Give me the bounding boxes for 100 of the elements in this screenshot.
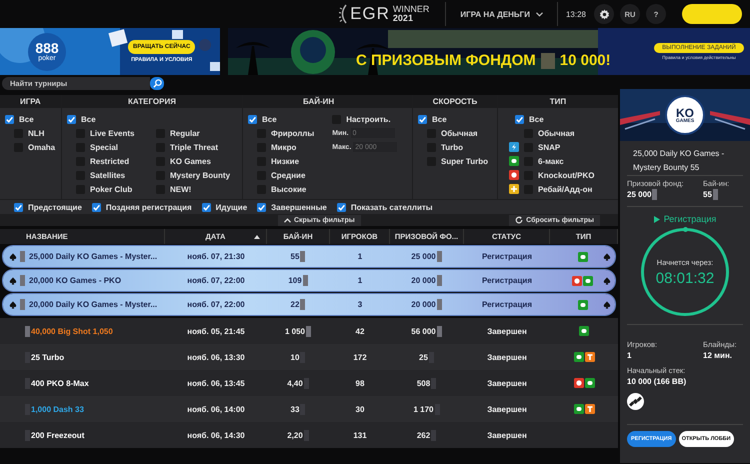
- toggle-option[interactable]: Предстоящие: [28, 202, 82, 212]
- table-cell: 172: [353, 352, 367, 362]
- tournament-row[interactable]: 200 Freezeout нояб. 06, 14:30 2,20 131 262 Завершен: [0, 422, 618, 448]
- table-cell: 2,20: [287, 430, 303, 440]
- registration-status: Регистрация: [664, 214, 716, 224]
- logo-text: 888: [35, 41, 59, 55]
- tournament-name: 20,000 KO Games - PKO: [29, 276, 122, 285]
- table-cell: 1: [358, 276, 362, 285]
- table-cell: Регистрация: [482, 252, 532, 261]
- table-cell: нояб. 05, 21:45: [187, 326, 245, 336]
- table-cell: 42: [356, 326, 364, 336]
- filter-option[interactable]: Низкие: [271, 156, 300, 166]
- filter-option[interactable]: Все: [81, 114, 96, 124]
- filter-option[interactable]: Satellites: [90, 170, 126, 180]
- filter-option[interactable]: Restricted: [90, 156, 130, 166]
- filter-heading: ИГРА: [20, 97, 41, 106]
- tournament-row[interactable]: 20,000 Daily KO Games - Myster... нояб. 07, 22:00 22 3 20 000 Регистрация: [3, 294, 615, 315]
- filter-option[interactable]: SNAP: [538, 142, 560, 152]
- table-cell: 98: [356, 378, 364, 388]
- filter-option[interactable]: Super Turbo: [441, 156, 488, 166]
- filter-option[interactable]: Обычная: [538, 128, 575, 138]
- filter-heading: БАЙ-ИН: [303, 97, 334, 106]
- table-cell: 33: [290, 404, 300, 414]
- filter-heading: ТИП: [550, 97, 566, 106]
- filter-option[interactable]: Mystery Bounty: [170, 170, 230, 180]
- table-cell: 262: [416, 430, 430, 440]
- filter-option[interactable]: Микро: [271, 142, 296, 152]
- table-cell: Завершен: [487, 378, 527, 388]
- filter-option[interactable]: Live Events: [90, 128, 134, 138]
- table-cell: 508: [416, 378, 430, 388]
- promo-amount: 10 000!: [560, 52, 611, 69]
- tournament-row[interactable]: 40,000 Big Shot 1,050 нояб. 05, 21:45 1 050 42 56 000 Завершен: [0, 318, 618, 344]
- tournament-row[interactable]: 400 PKO 8-Max нояб. 06, 13:45 4,40 98 508 Завершен: [0, 370, 618, 396]
- filter-option[interactable]: Special: [90, 142, 118, 152]
- filter-option[interactable]: NLH: [28, 128, 44, 138]
- table-cell: 25: [419, 352, 428, 362]
- table-cell: Регистрация: [482, 276, 532, 285]
- filter-option[interactable]: Omaha: [28, 142, 56, 152]
- filter-heading: СКОРОСТЬ: [432, 97, 478, 106]
- filter-option[interactable]: Ребай/Адд-он: [538, 184, 592, 194]
- tournament-name: 25,000 Daily KO Games - Myster...: [29, 252, 158, 261]
- table-cell: 55: [290, 252, 300, 261]
- table-cell: Регистрация: [482, 300, 532, 309]
- tournament-name: 40,000 Big Shot 1,050: [31, 326, 113, 336]
- filter-option[interactable]: Настроить.: [346, 114, 391, 124]
- award-title: WINNER: [392, 5, 430, 14]
- award-year: 2021: [392, 14, 414, 23]
- filter-option[interactable]: Regular: [170, 128, 200, 138]
- table-cell: 131: [353, 430, 367, 440]
- filter-heading: КАТЕГОРИЯ: [128, 97, 176, 106]
- table-cell: 20 000: [411, 276, 436, 285]
- table-cell: 22: [290, 300, 300, 309]
- award-brand: EGR: [350, 4, 390, 24]
- filter-option[interactable]: Knockout/PKO: [538, 170, 594, 180]
- players-value: 1: [627, 350, 632, 361]
- toggle-option[interactable]: Идущие: [216, 202, 248, 212]
- table-cell: Завершен: [487, 430, 527, 440]
- table-cell: Завершен: [487, 352, 527, 362]
- table-cell: 1: [358, 252, 362, 261]
- tournament-name: 20,000 Daily KO Games - Myster...: [29, 300, 158, 309]
- table-cell: 3: [358, 300, 362, 309]
- filter-option[interactable]: KO Games: [170, 156, 211, 166]
- filter-option[interactable]: Все: [432, 114, 447, 124]
- table-cell: 30: [356, 404, 364, 414]
- filter-option[interactable]: Средние: [271, 170, 306, 180]
- filter-option[interactable]: Все: [262, 114, 277, 124]
- table-cell: нояб. 06, 13:45: [187, 378, 245, 388]
- toggle-option[interactable]: Поздняя регистрация: [106, 202, 192, 212]
- table-cell: нояб. 07, 21:30: [187, 252, 245, 261]
- filter-option[interactable]: 6-макс: [538, 156, 564, 166]
- table-cell: нояб. 07, 22:00: [187, 276, 245, 285]
- promo-headline: С ПРИЗОВЫМ ФОНДОМ: [356, 52, 536, 69]
- filter-option[interactable]: Все: [19, 114, 34, 124]
- tournament-row[interactable]: 20,000 KO Games - PKO нояб. 07, 22:00 109 1 20 000 Регистрация: [3, 270, 615, 291]
- filter-option[interactable]: Высокие: [271, 184, 306, 194]
- table-cell: 109: [288, 276, 302, 285]
- tournament-row[interactable]: 1,000 Dash 33 нояб. 06, 14:00 33 30 1 170 Завершен: [0, 396, 618, 422]
- tournament-name: 25 Turbo: [31, 352, 64, 362]
- toggle-option[interactable]: Показать сателлиты: [350, 202, 433, 212]
- tournament-name: 200 Freezeout: [31, 430, 84, 440]
- table-cell: 1 050: [284, 326, 306, 336]
- tournament-row[interactable]: 25,000 Daily KO Games - Myster... нояб. 07, 21:30 55 1 25 000 Регистрация: [3, 246, 615, 267]
- prize-value: 25 000: [627, 189, 652, 200]
- table-cell: 10: [290, 352, 300, 362]
- filter-option[interactable]: Все: [529, 114, 544, 124]
- tournament-row[interactable]: 25 Turbo нояб. 06, 13:30 10 172 25 Завершен: [0, 344, 618, 370]
- table-cell: нояб. 06, 13:30: [187, 352, 245, 362]
- filter-option[interactable]: Обычная: [441, 128, 478, 138]
- tournament-title: 25,000 Daily KO Games - Mystery Bounty 55: [627, 147, 743, 176]
- filter-option[interactable]: NEW!: [170, 184, 192, 194]
- filter-option[interactable]: Poker Club: [90, 184, 132, 194]
- logo-text: KO: [676, 106, 694, 118]
- filter-option[interactable]: Фрироллы: [271, 128, 314, 138]
- blinds-value: 12 мин.: [703, 350, 734, 361]
- table-cell: нояб. 06, 14:30: [187, 430, 245, 440]
- table-cell: Завершен: [487, 326, 527, 336]
- mode-dropdown[interactable]: ИГРА НА ДЕНЬГИ: [445, 2, 558, 26]
- toggle-option[interactable]: Завершенные: [271, 202, 327, 212]
- filter-option[interactable]: Turbo: [441, 142, 464, 152]
- filter-option[interactable]: Triple Threat: [170, 142, 218, 152]
